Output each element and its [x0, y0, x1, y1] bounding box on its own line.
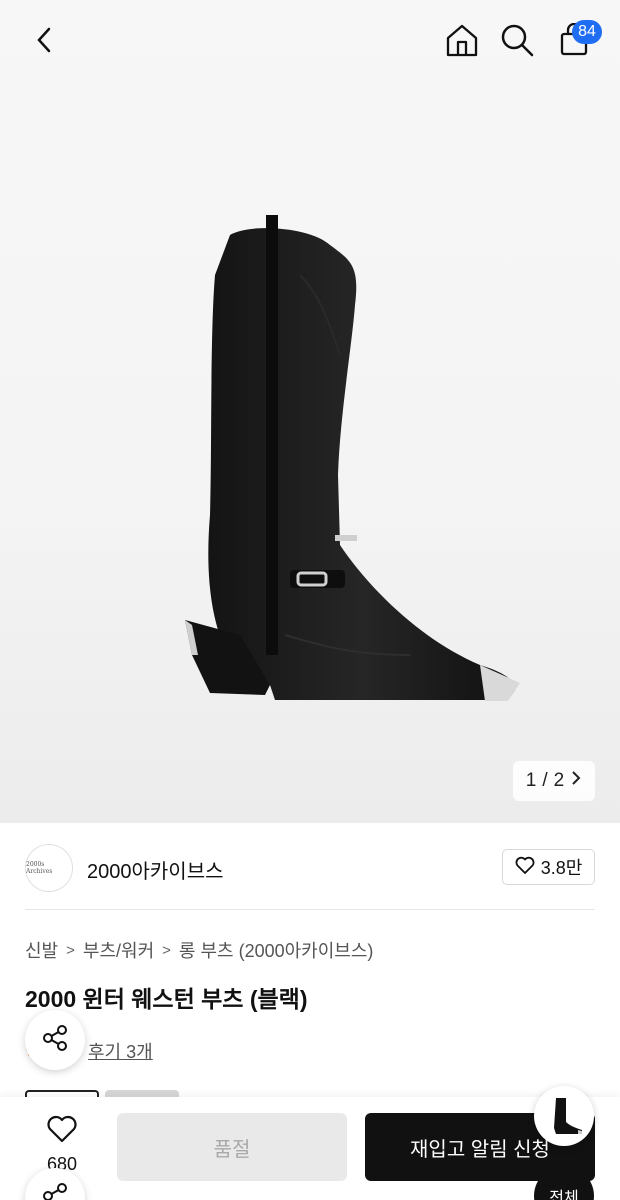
boot-illustration	[185, 215, 520, 701]
share-icon	[40, 1181, 70, 1200]
search-icon[interactable]	[495, 18, 539, 62]
heart-outline-icon	[46, 1115, 78, 1148]
breadcrumb-item[interactable]: 부츠/워커	[83, 937, 154, 963]
pager-current: 1	[525, 770, 537, 791]
brand-like-button[interactable]: 3.8만	[502, 849, 595, 885]
gallery-pager[interactable]: 1 / 2	[513, 761, 595, 801]
heart-outline-icon	[515, 856, 535, 879]
brand-name[interactable]: 2000아카이브스	[87, 855, 224, 884]
home-icon[interactable]	[440, 18, 484, 62]
breadcrumb-separator: >	[66, 941, 75, 959]
review-link[interactable]: 후기 3개	[88, 1038, 153, 1064]
chevron-right-icon[interactable]	[570, 770, 582, 792]
breadcrumb: 신발 > 부츠/워커 > 롱 부츠 (2000아카이브스)	[25, 937, 373, 963]
brand-logo[interactable]: 2000s Archives	[25, 844, 73, 892]
soldout-button: 품절	[117, 1113, 347, 1181]
boot-thumbnail-icon	[554, 1098, 582, 1134]
product-thumbnail[interactable]	[534, 1086, 594, 1146]
chevron-left-icon[interactable]	[22, 18, 66, 62]
brand-logo-text: 2000s Archives	[26, 861, 53, 875]
product-title: 2000 윈터 웨스턴 부츠 (블랙)	[25, 986, 308, 1012]
breadcrumb-separator: >	[162, 941, 171, 959]
share-button[interactable]	[25, 1010, 85, 1070]
share-icon	[40, 1023, 70, 1058]
pager-separator: /	[542, 770, 548, 791]
brand-row[interactable]: 2000s Archives 2000아카이브스 3.8만	[25, 838, 595, 910]
breadcrumb-item[interactable]: 신발	[25, 937, 58, 963]
product-image[interactable]: 1 / 2	[0, 0, 620, 823]
brand-like-count: 3.8만	[540, 858, 583, 878]
pager-total: 2	[553, 770, 565, 791]
top-navigation-bar: 84	[0, 0, 620, 80]
cart-count-badge: 84	[572, 20, 602, 44]
breadcrumb-item[interactable]: 롱 부츠 (2000아카이브스)	[179, 937, 374, 963]
bottom-action-bar: 680 품절 재입고 알림 신청	[0, 1097, 620, 1200]
